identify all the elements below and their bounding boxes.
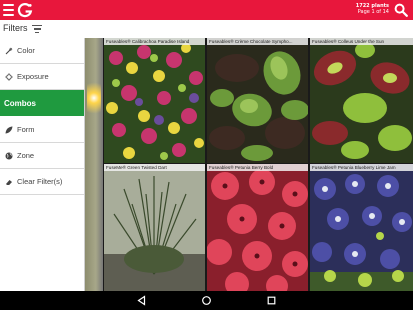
filter-item-label: Exposure [17,72,49,81]
filter-panel: Color Exposure Combos Form Zone Clear Fi… [0,38,85,291]
garden-g-logo-icon[interactable] [17,2,33,18]
plant-caption: FuseMe® Green Twisted Dart [104,164,205,171]
plant-tile-petunia-berry-bold[interactable]: Fuseables® Petunia Berry Bold [207,164,308,291]
plant-caption: Fuseables® Calibrachoa Paradise Island [104,38,205,45]
eyedropper-icon [5,47,13,55]
plant-tile-coleus-under-the-sun[interactable]: Fuseables® Colleus Under the Sun [310,38,413,163]
filter-item-zone[interactable]: Zone [0,143,84,169]
app-header: 1722 plants Page 1 of 14 [0,0,413,20]
home-circle-icon[interactable] [201,295,212,306]
globe-icon [5,152,13,160]
back-triangle-icon[interactable] [136,295,147,306]
filter-item-label: Color [17,46,35,55]
filter-item-exposure[interactable]: Exposure [0,64,84,90]
filter-item-label: Form [17,125,35,134]
filter-item-label: Clear Filter(s) [17,177,63,186]
plant-tile-calibrachoa-paradise-island[interactable]: Fuseables® Calibrachoa Paradise Island [104,38,205,163]
plant-caption: Fuseables® Colleus Under the Sun [310,38,413,45]
filters-header: Filters [0,20,84,39]
filter-item-label: Zone [17,151,35,160]
plant-tile-green-twisted-dart[interactable]: FuseMe® Green Twisted Dart [104,164,205,291]
plant-photo [207,164,308,291]
plant-photo [310,164,413,291]
plant-photo [104,38,205,163]
sort-lines-icon[interactable] [32,25,42,34]
filter-item-color[interactable]: Color [0,38,84,64]
sun-icon [5,73,13,81]
plant-tile-creme-chocolate[interactable]: Fuseables® Crème Chocolate Sympho... [207,38,308,163]
plant-photo [104,164,205,291]
page-indicator: Page 1 of 14 [357,9,389,15]
filter-item-label: Combos [4,99,36,108]
partial-plant-tile[interactable] [85,38,103,291]
recents-square-icon[interactable] [266,295,277,306]
system-nav-bar [0,291,413,310]
plant-photo [207,38,308,163]
plant-caption: Fuseables® Petunia Blueberry Lime Jam [310,164,413,171]
plant-tile-petunia-blueberry-lime-jam[interactable]: Fuseables® Petunia Blueberry Lime Jam [310,164,413,291]
filter-item-clear[interactable]: Clear Filter(s) [0,169,84,195]
plant-count: 1722 plants Page 1 of 14 [355,3,389,15]
filter-item-combos[interactable]: Combos [0,90,84,116]
plant-caption: Fuseables® Petunia Berry Bold [207,164,308,171]
hamburger-menu-icon[interactable] [3,4,14,16]
filters-title: Filters [3,23,28,33]
plant-photo [310,38,413,163]
search-icon[interactable] [394,3,408,17]
eraser-icon [6,180,12,185]
plant-caption: Fuseables® Crème Chocolate Sympho... [207,38,308,45]
plant-grid: Fuseables® Calibrachoa Paradise Island F… [85,38,413,291]
leaf-icon [5,126,13,134]
filter-item-form[interactable]: Form [0,117,84,143]
